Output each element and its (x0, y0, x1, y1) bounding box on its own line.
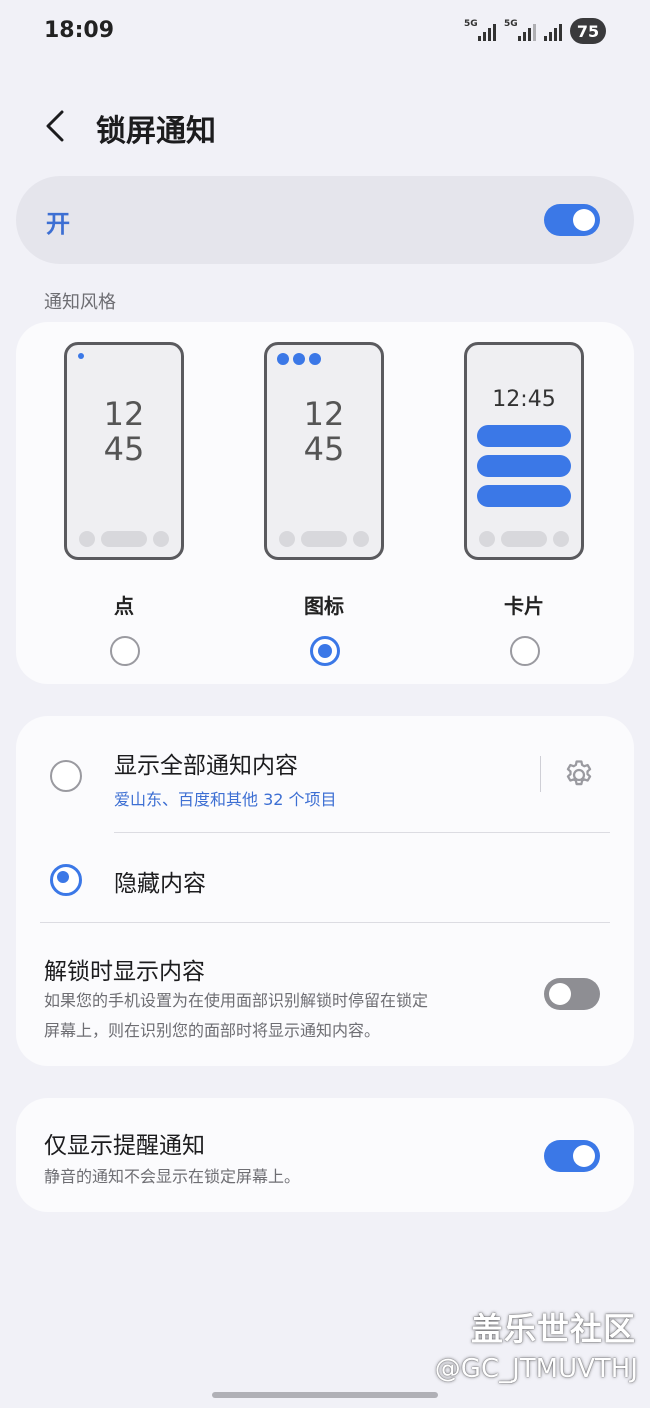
hide-content-radio[interactable] (50, 864, 82, 896)
style-option-label: 卡片 (504, 594, 544, 618)
notification-card-preview (477, 455, 571, 477)
preview-clock-min: 45 (103, 430, 145, 468)
show-all-title: 显示全部通知内容 (114, 753, 298, 779)
style-radio-icon[interactable] (310, 636, 340, 666)
unlock-show-desc-line2: 屏幕上，则在识别您的面部时将显示通知内容。 (44, 1021, 381, 1040)
show-all-radio[interactable] (50, 760, 82, 792)
unlock-show-title: 解锁时显示内容 (44, 959, 205, 985)
master-switch-card[interactable]: 开 (16, 176, 634, 264)
notification-card-preview (477, 425, 571, 447)
watermark-community: 盖乐世社区 (470, 1310, 636, 1348)
preview-clock-hour: 12 (303, 395, 345, 433)
reminder-only-card[interactable]: 仅显示提醒通知 静音的通知不会显示在锁定屏幕上。 (16, 1098, 634, 1212)
gear-icon[interactable] (562, 758, 596, 792)
divider (40, 922, 610, 923)
master-toggle[interactable] (544, 204, 600, 236)
reminder-only-toggle[interactable] (544, 1140, 600, 1172)
page-header: 锁屏通知 (0, 96, 650, 156)
status-time: 18:09 (44, 18, 115, 43)
notification-card-preview (477, 485, 571, 507)
section-label-style: 通知风格 (44, 292, 116, 313)
sim2-signal-icon: 5G (504, 19, 536, 41)
sim1-signal-icon: 5G (464, 19, 496, 41)
reminder-only-title: 仅显示提醒通知 (44, 1133, 205, 1159)
home-indicator[interactable] (212, 1392, 438, 1398)
dot-icon (78, 353, 84, 359)
watermark-user: @GC_JTMUVTHJ (434, 1354, 638, 1384)
style-option-label: 图标 (304, 594, 344, 618)
phone-preview-dot: 12 45 (64, 342, 184, 560)
status-icons: 5G 5G 75 (464, 18, 606, 44)
battery-icon: 75 (570, 18, 606, 44)
phone-preview-icon: 12 45 (264, 342, 384, 560)
content-visibility-card: 显示全部通知内容 爱山东、百度和其他 32 个项目 隐藏内容 解锁时显示内容 如… (16, 716, 634, 1066)
preview-clock-hour: 12 (103, 395, 145, 433)
unlock-show-desc-line1: 如果您的手机设置为在使用面部识别解锁时停留在锁定 (44, 991, 429, 1010)
reminder-only-desc: 静音的通知不会显示在锁定屏幕上。 (44, 1167, 301, 1186)
preview-clock-inline: 12:45 (492, 387, 556, 412)
notification-style-card: 12 45 点 12 45 图标 12:45 卡片 (16, 322, 634, 684)
style-radio-dot[interactable] (110, 636, 140, 666)
status-bar: 18:09 5G 5G 75 (0, 0, 650, 64)
phone-preview-card: 12:45 (464, 342, 584, 560)
page-title: 锁屏通知 (96, 114, 216, 149)
wifi-signal-icon (544, 21, 562, 41)
style-radio-card[interactable] (510, 636, 540, 666)
divider (114, 832, 610, 833)
app-icons-preview (277, 353, 321, 365)
style-option-label: 点 (114, 594, 134, 618)
unlock-show-toggle[interactable] (544, 978, 600, 1010)
hide-content-title: 隐藏内容 (114, 871, 206, 897)
master-switch-label: 开 (46, 210, 70, 238)
vertical-divider (540, 756, 541, 792)
back-button[interactable] (40, 106, 74, 146)
chevron-left-icon (46, 110, 64, 142)
show-all-subtitle: 爱山东、百度和其他 32 个项目 (114, 790, 337, 809)
preview-clock-min: 45 (303, 430, 345, 468)
